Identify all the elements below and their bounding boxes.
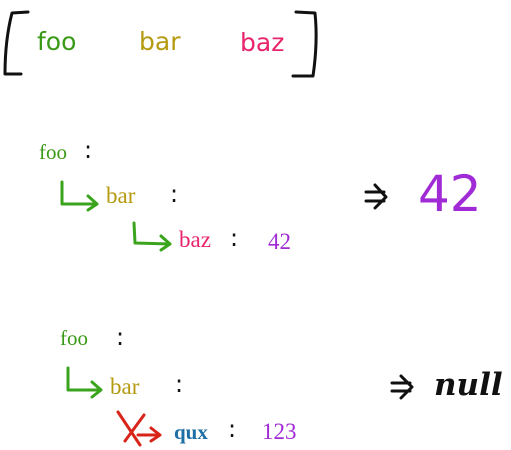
- hooked-right-arrow-icon: [60, 180, 99, 212]
- example2-key-foo: foo: [60, 326, 88, 350]
- example1-key-foo: foo: [39, 140, 67, 164]
- example1-key-bar: bar: [106, 183, 136, 208]
- example1-colon-3: :: [230, 224, 238, 252]
- example2-value: 123: [262, 419, 297, 444]
- example1-colon-1: :: [84, 136, 92, 164]
- example1-result: 42: [418, 165, 482, 223]
- example-found: foo : bar : baz : 42 42: [39, 136, 482, 254]
- crossed-hooked-arrow-icon: [116, 410, 162, 447]
- example1-value: 42: [268, 229, 291, 254]
- double-arrow-implies-icon: [364, 183, 388, 210]
- path-list: foo bar baz: [3, 10, 318, 78]
- example1-colon-2: :: [170, 180, 178, 208]
- diagram-drawing: foo bar baz foo : bar : baz : 42 42 foo …: [3, 10, 503, 447]
- path-item-baz: baz: [240, 28, 284, 57]
- example2-key-bar: bar: [110, 374, 140, 399]
- example2-colon-2: :: [175, 370, 183, 398]
- left-bracket-icon: [3, 10, 30, 76]
- example2-colon-3: :: [228, 415, 236, 443]
- path-item-bar: bar: [139, 27, 181, 56]
- example2-result: null: [434, 367, 503, 403]
- example2-key-qux: qux: [174, 420, 208, 444]
- hooked-right-arrow-icon: [132, 221, 172, 252]
- example2-colon-1: :: [116, 323, 124, 351]
- right-bracket-icon: [291, 10, 318, 78]
- example-missing: foo : bar : qux : 123 null: [60, 323, 503, 447]
- double-arrow-implies-icon: [390, 374, 414, 400]
- hooked-right-arrow-icon: [66, 366, 103, 399]
- diagram-canvas: foo bar baz foo : bar : baz : 42 42 foo …: [0, 0, 511, 450]
- example1-key-baz: baz: [179, 227, 211, 252]
- path-item-foo: foo: [37, 27, 76, 56]
